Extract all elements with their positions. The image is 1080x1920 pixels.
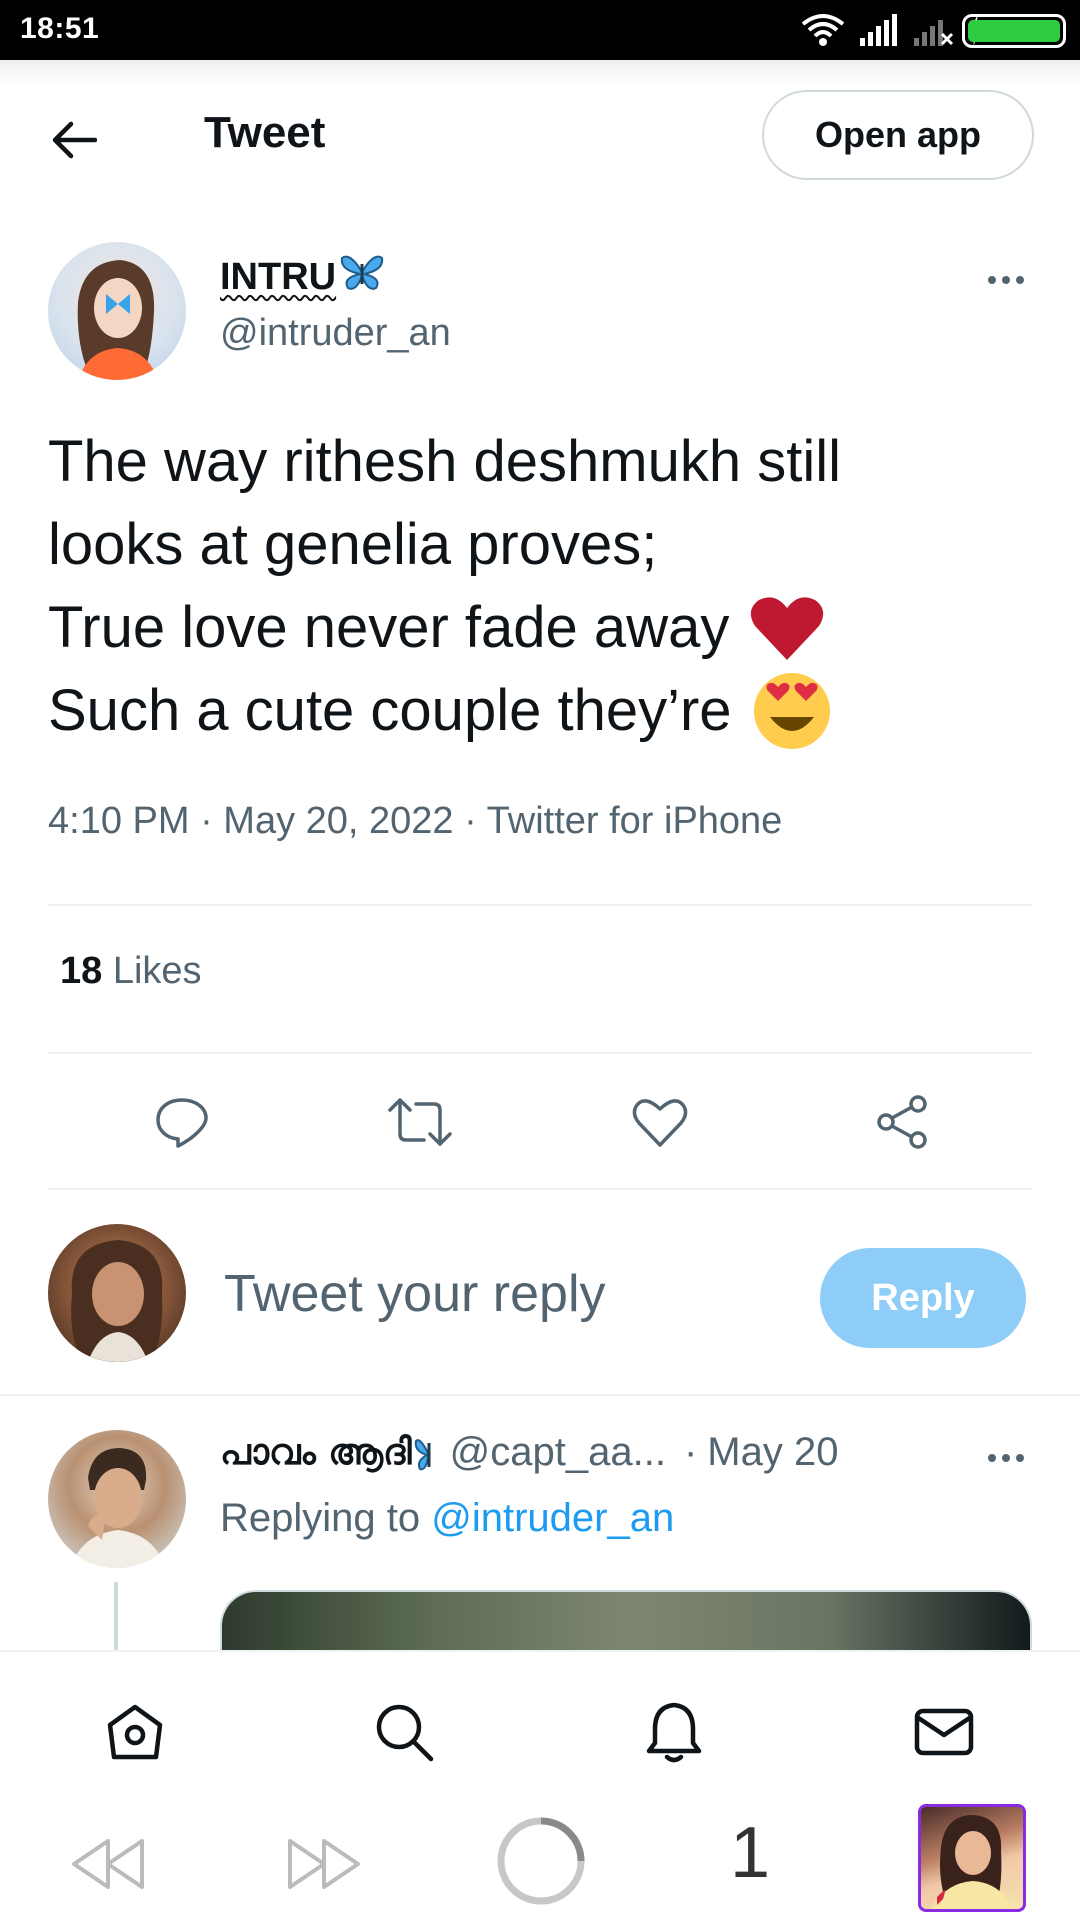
likes-number: 18 [60, 950, 103, 992]
reply-author-name[interactable]: പാവം ആദി [220, 1432, 412, 1474]
tab-count[interactable]: 1 [730, 1812, 770, 1894]
likes-label: Likes [112, 950, 202, 992]
nav-messages[interactable] [904, 1692, 984, 1772]
nav-search[interactable] [364, 1692, 444, 1772]
reply-header: പാവം ആദി @capt_aa... · May 20 [220, 1430, 838, 1475]
like-action-button[interactable] [628, 1090, 692, 1154]
rewind-icon [72, 1839, 144, 1889]
author-handle[interactable]: @intruder_an [220, 312, 451, 355]
tweet-text: The way rithesh deshmukh still looks at … [48, 420, 1048, 752]
author-name[interactable]: INTRU [220, 252, 384, 302]
tab-thumbnail[interactable] [918, 1804, 1026, 1912]
notifications-icon [646, 1702, 702, 1763]
red-heart-emoji [749, 594, 825, 662]
page-title: Tweet [204, 108, 326, 157]
messages-icon [914, 1708, 974, 1756]
divider [0, 1394, 1080, 1396]
divider [48, 904, 1032, 906]
replying-to-link[interactable]: @intruder_an [431, 1496, 674, 1540]
bottom-nav [0, 1650, 1080, 1800]
reply-more-options-icon[interactable] [976, 1438, 1036, 1478]
replying-to: Replying to @intruder_an [220, 1496, 674, 1541]
signal-icon [858, 12, 898, 53]
like-icon [632, 1099, 688, 1147]
top-bar: Tweet Open app [0, 60, 1080, 210]
battery-icon [962, 14, 1066, 48]
more-options-icon[interactable] [976, 260, 1036, 300]
open-app-button[interactable]: Open app [762, 90, 1034, 180]
share-action-button[interactable] [870, 1090, 934, 1154]
share-icon [877, 1095, 927, 1149]
reply-author-avatar[interactable] [48, 1430, 186, 1568]
retweet-action-button[interactable] [388, 1090, 452, 1154]
back-arrow-icon [52, 121, 97, 159]
current-user-avatar [48, 1224, 186, 1362]
reply-input[interactable]: Tweet your reply [224, 1264, 606, 1324]
reply-action-button[interactable] [150, 1090, 214, 1154]
reply-icon [156, 1098, 208, 1148]
loading-spinner-button[interactable] [494, 1814, 588, 1908]
nav-home[interactable] [95, 1692, 175, 1772]
home-icon [107, 1704, 163, 1760]
butterfly-icon [414, 1433, 444, 1473]
divider [48, 1188, 1032, 1190]
tweet-line: Such a cute couple they’re [48, 669, 1048, 752]
tweet-line: looks at genelia proves; [48, 512, 658, 577]
butterfly-icon [340, 252, 384, 302]
tweet-meta: 4:10 PM · May 20, 2022 · Twitter for iPh… [48, 800, 783, 842]
browser-back-button[interactable] [68, 1834, 148, 1894]
replying-prefix: Replying to [220, 1496, 421, 1540]
wifi-icon [800, 12, 846, 53]
tweet-line: The way rithesh deshmukh still [48, 429, 841, 494]
signal-x-icon [912, 12, 956, 53]
back-button[interactable] [44, 110, 104, 170]
fast-forward-icon [288, 1839, 360, 1889]
likes-count[interactable]: 18 Likes [60, 950, 202, 993]
heart-eyes-emoji [752, 671, 832, 751]
search-icon [376, 1704, 434, 1762]
reply-separator: · [683, 1430, 698, 1474]
loading-spinner-icon [497, 1817, 585, 1905]
reply-button[interactable]: Reply [820, 1248, 1026, 1348]
status-bar: 18:51 [0, 0, 1080, 60]
status-time: 18:51 [20, 12, 100, 45]
divider [48, 1052, 1032, 1054]
retweet-icon [388, 1098, 452, 1146]
reply-date[interactable]: May 20 [707, 1430, 838, 1475]
nav-notifications[interactable] [634, 1692, 714, 1772]
tweet-line: True love never fade away [48, 586, 1048, 669]
browser-forward-button[interactable] [284, 1834, 364, 1894]
thread-line [114, 1582, 118, 1652]
author-avatar[interactable] [48, 242, 186, 380]
author-name-text: INTRU [220, 255, 337, 298]
reply-author-handle[interactable]: @capt_aa... [450, 1430, 666, 1475]
